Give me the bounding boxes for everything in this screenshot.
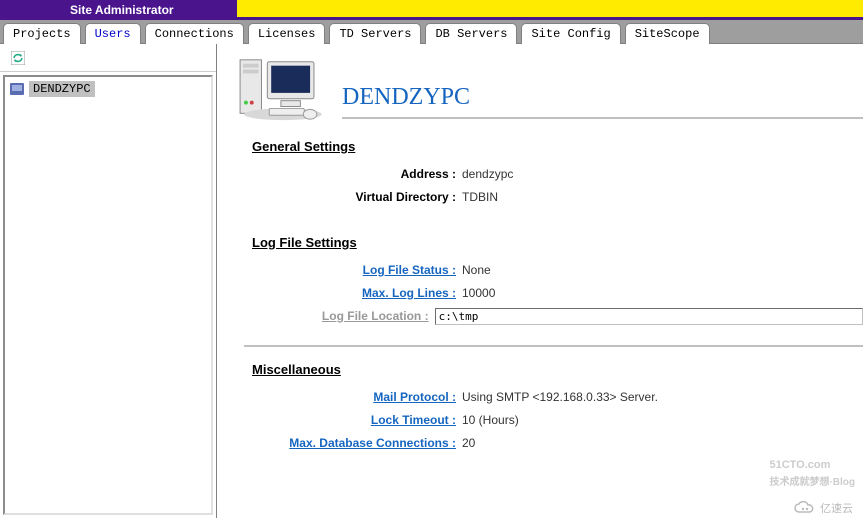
maxdbconn-label[interactable]: Max. Database Connections :	[217, 435, 462, 451]
loglocation-input[interactable]	[435, 308, 863, 325]
refresh-icon	[11, 51, 25, 65]
computer-icon	[9, 82, 25, 96]
tab-users[interactable]: Users	[85, 23, 141, 44]
tab-licenses[interactable]: Licenses	[248, 23, 326, 44]
vdir-value: TDBIN	[462, 189, 498, 205]
maxdbconn-value: 20	[462, 435, 475, 451]
locktimeout-label[interactable]: Lock Timeout :	[217, 412, 462, 428]
vdir-label: Virtual Directory :	[217, 189, 462, 205]
tab-dbservers[interactable]: DB Servers	[425, 23, 517, 44]
mailprotocol-label[interactable]: Mail Protocol :	[217, 389, 462, 405]
loglocation-label: Log File Location :	[217, 308, 435, 325]
maxloglines-label[interactable]: Max. Log Lines :	[217, 285, 462, 301]
content: DENDZYPC DENDZYPC General Settings	[0, 44, 863, 518]
logstatus-label[interactable]: Log File Status :	[217, 262, 462, 278]
general-heading: General Settings	[252, 139, 863, 154]
logstatus-value: None	[462, 262, 491, 278]
toolbar	[0, 44, 216, 72]
title-divider	[342, 117, 863, 119]
tab-sitescope[interactable]: SiteScope	[625, 23, 710, 44]
address-value: dendzypc	[462, 166, 513, 182]
address-label: Address :	[217, 166, 462, 182]
mailprotocol-value: Using SMTP <192.168.0.33> Server.	[462, 389, 658, 405]
left-pane: DENDZYPC	[0, 44, 217, 518]
cloud-icon	[794, 501, 816, 515]
app-title: Site Administrator	[0, 0, 237, 20]
tab-connections[interactable]: Connections	[145, 23, 244, 44]
watermark: 51CTO.com 技术成就梦想·Blog	[769, 452, 855, 488]
server-tree[interactable]: DENDZYPC	[3, 75, 213, 515]
tree-item-label: DENDZYPC	[29, 81, 95, 97]
logfile-heading: Log File Settings	[252, 235, 863, 250]
watermark-2: 亿速云	[794, 500, 853, 516]
server-header: DENDZYPC	[234, 54, 863, 124]
locktimeout-value: 10 (Hours)	[462, 412, 519, 428]
tab-siteconfig[interactable]: Site Config	[521, 23, 620, 44]
tab-tdservers[interactable]: TD Servers	[329, 23, 421, 44]
tabs: Projects Users Connections Licenses TD S…	[0, 20, 863, 44]
computer-large-icon	[234, 54, 322, 124]
yellow-accent	[237, 0, 863, 20]
server-name-heading: DENDZYPC	[342, 59, 863, 111]
refresh-button[interactable]	[8, 48, 28, 68]
tree-item[interactable]: DENDZYPC	[9, 81, 207, 97]
header-bar: Site Administrator	[0, 0, 863, 20]
right-pane: DENDZYPC General Settings Address : dend…	[217, 44, 863, 518]
maxloglines-value: 10000	[462, 285, 495, 301]
misc-heading: Miscellaneous	[252, 362, 863, 377]
tab-projects[interactable]: Projects	[3, 23, 81, 44]
section-divider	[244, 345, 863, 347]
